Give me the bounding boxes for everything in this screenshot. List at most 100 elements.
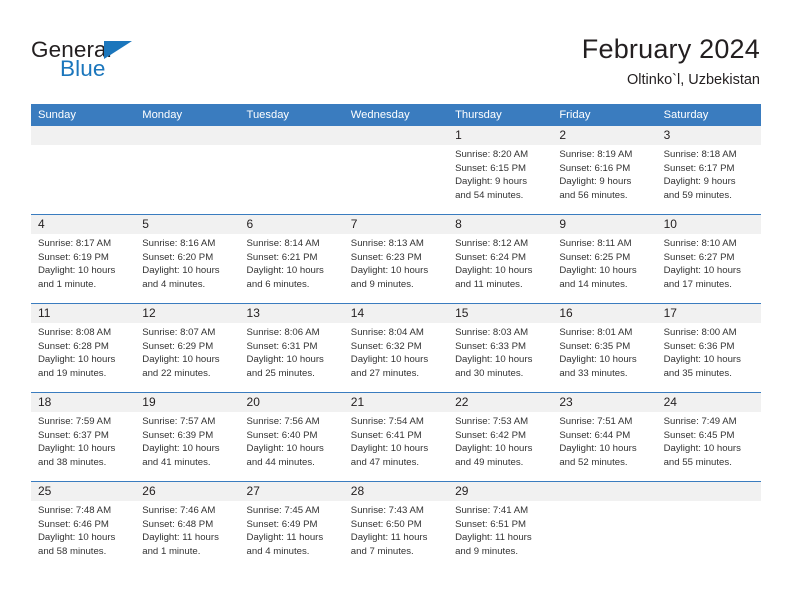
logo-triangle-icon	[104, 41, 132, 59]
daylight-duration-hours: Daylight: 10 hours	[455, 354, 533, 366]
day-number: 27	[239, 482, 344, 501]
calendar-day-cell[interactable]: 28 Sunrise: 7:43 AM Sunset: 6:50 PM Dayligh…	[343, 482, 449, 574]
calendar-day-cell[interactable]: 6 Sunrise: 8:14 AM Sunset: 6:21 PM Daylight…	[239, 215, 344, 303]
calendar-day-cell[interactable]: 17 Sunrise: 8:00 AM Sunset: 6:36 PM Dayligh…	[656, 304, 761, 392]
calendar-grid: Sunday Monday Tuesday Wednesday Thursday…	[31, 104, 761, 574]
day-number: 28	[343, 482, 449, 501]
daylight-duration-hours: Daylight: 11 hours	[142, 532, 219, 544]
day-number: 25	[31, 482, 136, 501]
calendar-day-cell[interactable]: 19 Sunrise: 7:57 AM Sunset: 6:39 PM Dayligh…	[135, 393, 240, 481]
day-number: 23	[552, 393, 657, 412]
daylight-duration-minutes: and 1 minute.	[142, 545, 201, 557]
calendar-day-cell[interactable]: 15 Sunrise: 8:03 AM Sunset: 6:33 PM Dayligh…	[448, 304, 553, 392]
sunrise-time: Sunrise: 8:03 AM	[455, 327, 529, 338]
calendar-week-row: 1 Sunrise: 8:20 AM Sunset: 6:15 PM Daylight…	[31, 126, 761, 214]
day-details: Sunrise: 7:59 AM Sunset: 6:37 PM Daylight:…	[31, 412, 135, 469]
daylight-duration-minutes: and 47 minutes.	[350, 456, 420, 468]
day-number: 7	[343, 215, 449, 234]
daylight-duration-minutes: and 44 minutes.	[246, 456, 315, 468]
calendar-day-cell[interactable]: 23 Sunrise: 7:51 AM Sunset: 6:44 PM Dayligh…	[552, 393, 657, 481]
day-number: 24	[656, 393, 761, 412]
day-details: Sunrise: 7:43 AM Sunset: 6:50 PM Daylight:…	[344, 501, 448, 558]
day-details: Sunrise: 8:00 AM Sunset: 6:36 PM Daylight:…	[657, 323, 761, 380]
calendar-day-cell[interactable]: 5 Sunrise: 8:16 AM Sunset: 6:20 PM Daylight…	[135, 215, 240, 303]
calendar-day-cell[interactable]: 24 Sunrise: 7:49 AM Sunset: 6:45 PM Dayligh…	[656, 393, 761, 481]
sunset-time: Sunset: 6:36 PM	[663, 340, 735, 352]
daylight-duration-hours: Daylight: 10 hours	[663, 354, 741, 366]
daylight-duration-hours: Daylight: 9 hours	[559, 176, 632, 188]
day-details: Sunrise: 7:41 AM Sunset: 6:51 PM Daylight:…	[448, 501, 552, 558]
daylight-duration-minutes: and 38 minutes.	[38, 456, 107, 468]
sunrise-time: Sunrise: 7:41 AM	[455, 505, 529, 516]
weekday-header-thursday: Thursday	[455, 109, 502, 121]
day-number	[239, 126, 344, 145]
daylight-duration-hours: Daylight: 10 hours	[559, 443, 637, 455]
calendar-day-cell[interactable]: 9 Sunrise: 8:11 AM Sunset: 6:25 PM Daylight…	[552, 215, 657, 303]
day-details: Sunrise: 7:56 AM Sunset: 6:40 PM Daylight:…	[240, 412, 344, 469]
daylight-duration-minutes: and 7 minutes.	[350, 545, 414, 557]
daylight-duration-hours: Daylight: 11 hours	[455, 532, 532, 544]
day-details: Sunrise: 8:06 AM Sunset: 6:31 PM Daylight:…	[240, 323, 344, 380]
sunset-time: Sunset: 6:41 PM	[350, 429, 422, 441]
calendar-day-cell[interactable]: 8 Sunrise: 8:12 AM Sunset: 6:24 PM Daylight…	[448, 215, 553, 303]
calendar-day-cell[interactable]: 13 Sunrise: 8:06 AM Sunset: 6:31 PM Dayligh…	[239, 304, 344, 392]
title-block: February 2024 Oltinko`l, Uzbekistan	[582, 33, 760, 89]
day-details: Sunrise: 8:07 AM Sunset: 6:29 PM Daylight:…	[135, 323, 239, 380]
calendar-day-cell[interactable]: 26 Sunrise: 7:46 AM Sunset: 6:48 PM Dayligh…	[135, 482, 240, 574]
daylight-duration-hours: Daylight: 10 hours	[455, 443, 533, 455]
sunrise-time: Sunrise: 8:00 AM	[663, 327, 737, 338]
calendar-day-cell[interactable]: 21 Sunrise: 7:54 AM Sunset: 6:41 PM Dayligh…	[343, 393, 449, 481]
calendar-day-cell[interactable]: 2 Sunrise: 8:19 AM Sunset: 6:16 PM Daylight…	[552, 126, 657, 214]
daylight-duration-hours: Daylight: 10 hours	[455, 265, 533, 277]
sunset-time: Sunset: 6:16 PM	[559, 162, 631, 174]
daylight-duration-hours: Daylight: 10 hours	[246, 354, 324, 366]
daylight-duration-minutes: and 9 minutes.	[455, 545, 518, 557]
calendar-day-cell[interactable]: 25 Sunrise: 7:48 AM Sunset: 6:46 PM Dayligh…	[31, 482, 136, 574]
day-number: 12	[135, 304, 240, 323]
sunset-time: Sunset: 6:50 PM	[350, 518, 422, 530]
day-details: Sunrise: 8:04 AM Sunset: 6:32 PM Daylight:…	[344, 323, 448, 380]
general-blue-logo[interactable]: General Blue	[31, 38, 211, 88]
calendar-week-row: 18 Sunrise: 7:59 AM Sunset: 6:37 PM Dayligh…	[31, 392, 761, 481]
calendar-day-cell-empty	[239, 126, 344, 214]
sunrise-time: Sunrise: 8:04 AM	[350, 327, 424, 338]
calendar-day-cell[interactable]: 4 Sunrise: 8:17 AM Sunset: 6:19 PM Daylight…	[31, 215, 136, 303]
daylight-duration-hours: Daylight: 10 hours	[38, 443, 116, 455]
sunset-time: Sunset: 6:42 PM	[455, 429, 526, 441]
day-details: Sunrise: 8:17 AM Sunset: 6:19 PM Daylight:…	[31, 234, 135, 291]
sunrise-time: Sunrise: 8:07 AM	[142, 327, 216, 338]
sunrise-time: Sunrise: 7:48 AM	[38, 505, 112, 516]
calendar-day-cell[interactable]: 11 Sunrise: 8:08 AM Sunset: 6:28 PM Dayligh…	[31, 304, 136, 392]
sunset-time: Sunset: 6:21 PM	[246, 251, 318, 263]
sunrise-time: Sunrise: 8:06 AM	[246, 327, 320, 338]
calendar-day-cell[interactable]: 27 Sunrise: 7:45 AM Sunset: 6:49 PM Dayligh…	[239, 482, 344, 574]
calendar-week-row: 11 Sunrise: 8:08 AM Sunset: 6:28 PM Dayligh…	[31, 303, 761, 392]
calendar-day-cell[interactable]: 12 Sunrise: 8:07 AM Sunset: 6:29 PM Dayligh…	[135, 304, 240, 392]
sunset-time: Sunset: 6:25 PM	[559, 251, 631, 263]
weekday-header-friday: Friday	[559, 109, 591, 121]
calendar-day-cell[interactable]: 7 Sunrise: 8:13 AM Sunset: 6:23 PM Daylight…	[343, 215, 449, 303]
calendar-day-cell[interactable]: 29 Sunrise: 7:41 AM Sunset: 6:51 PM Dayligh…	[448, 482, 553, 574]
sunrise-time: Sunrise: 7:57 AM	[142, 416, 216, 427]
sunrise-time: Sunrise: 8:16 AM	[142, 238, 216, 249]
sunset-time: Sunset: 6:19 PM	[38, 251, 109, 263]
calendar-day-cell[interactable]: 10 Sunrise: 8:10 AM Sunset: 6:27 PM Dayligh…	[656, 215, 761, 303]
calendar-day-cell-empty	[656, 482, 761, 574]
day-number: 22	[448, 393, 553, 412]
calendar-day-cell[interactable]: 14 Sunrise: 8:04 AM Sunset: 6:32 PM Dayligh…	[343, 304, 449, 392]
daylight-duration-hours: Daylight: 10 hours	[350, 354, 429, 366]
sunset-time: Sunset: 6:27 PM	[663, 251, 735, 263]
day-number: 16	[552, 304, 657, 323]
day-details: Sunrise: 7:57 AM Sunset: 6:39 PM Daylight:…	[135, 412, 239, 469]
calendar-day-cell[interactable]: 18 Sunrise: 7:59 AM Sunset: 6:37 PM Dayligh…	[31, 393, 136, 481]
day-number: 1	[448, 126, 553, 145]
calendar-day-cell[interactable]: 22 Sunrise: 7:53 AM Sunset: 6:42 PM Dayligh…	[448, 393, 553, 481]
daylight-duration-hours: Daylight: 10 hours	[142, 354, 220, 366]
calendar-day-cell[interactable]: 16 Sunrise: 8:01 AM Sunset: 6:35 PM Dayligh…	[552, 304, 657, 392]
daylight-duration-minutes: and 55 minutes.	[663, 456, 732, 468]
daylight-duration-minutes: and 19 minutes.	[38, 367, 107, 379]
calendar-day-cell[interactable]: 3 Sunrise: 8:18 AM Sunset: 6:17 PM Daylight…	[656, 126, 761, 214]
calendar-day-cell[interactable]: 1 Sunrise: 8:20 AM Sunset: 6:15 PM Daylight…	[448, 126, 553, 214]
logo-text-blue: Blue	[60, 56, 106, 81]
calendar-day-cell[interactable]: 20 Sunrise: 7:56 AM Sunset: 6:40 PM Dayligh…	[239, 393, 344, 481]
